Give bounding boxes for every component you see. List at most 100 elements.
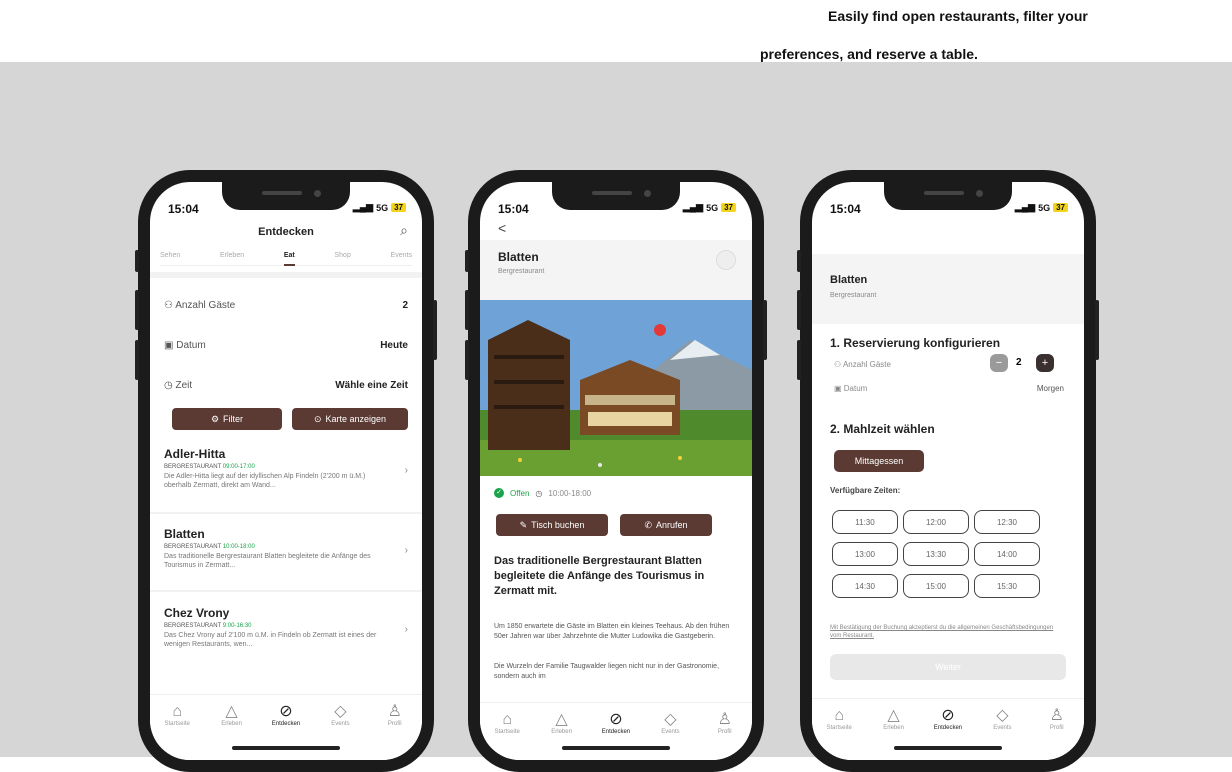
side-button xyxy=(465,250,469,272)
side-button xyxy=(797,290,801,330)
guests-label-row: ⚇ Anzahl Gäste xyxy=(834,360,891,369)
tab-label: Erleben xyxy=(883,725,904,731)
clock-icon: ◷ xyxy=(164,380,176,391)
category-tabs: Sehen Erleben Eat Shop Events xyxy=(160,252,412,266)
time-slot[interactable]: 15:00 xyxy=(903,574,969,598)
date-row[interactable]: ▣ Datum Heute xyxy=(164,340,408,351)
search-icon[interactable]: ⌕ xyxy=(400,222,408,239)
filter-icon: ⚙ xyxy=(210,413,220,424)
list-item[interactable]: Blatten BERGRESTAURANT 10:00-18:00 Das t… xyxy=(164,527,408,570)
tab-label: Entdecken xyxy=(271,721,301,727)
tab-eat[interactable]: Eat xyxy=(283,252,295,266)
caption-line-2: preferences, and reserve a table. xyxy=(760,46,978,62)
tab-sehen[interactable]: Sehen xyxy=(160,252,180,259)
signal-icon: ▂▄▆ xyxy=(682,202,704,212)
profile-icon: ♙ xyxy=(1049,707,1064,724)
tab-home[interactable]: ⌂ Startseite xyxy=(155,703,199,760)
available-times-label: Verfügbare Zeiten: xyxy=(830,486,901,495)
filter-button-label: Filter xyxy=(223,414,244,424)
battery-icon: 37 xyxy=(1053,203,1068,212)
book-table-button[interactable]: ✎ Tisch buchen xyxy=(496,514,608,536)
compass-icon: ⊘ xyxy=(609,711,623,728)
terms-link[interactable]: Mit Bestätigung der Buchung akzeptierst … xyxy=(830,624,1060,640)
share-icon[interactable] xyxy=(716,250,736,270)
tab-events[interactable]: ◇ Events xyxy=(648,711,692,760)
date-value[interactable]: Morgen xyxy=(1037,384,1064,393)
time-slot[interactable]: 13:00 xyxy=(832,542,898,566)
tab-profile[interactable]: ♙ Profil xyxy=(1035,707,1079,760)
time-slot[interactable]: 11:30 xyxy=(832,510,898,534)
meal-lunch-button[interactable]: Mittagessen xyxy=(834,450,924,472)
tab-profile[interactable]: ♙ Profil xyxy=(373,703,417,760)
time-slot[interactable]: 14:30 xyxy=(832,574,898,598)
divider xyxy=(150,512,422,514)
tab-home[interactable]: ⌂ Startseite xyxy=(485,711,529,760)
submit-button[interactable]: Weiter xyxy=(830,654,1066,680)
check-icon: ✓ xyxy=(494,488,504,498)
time-slot[interactable]: 15:30 xyxy=(974,574,1040,598)
side-button xyxy=(797,340,801,380)
tab-discover[interactable]: ⊘ Entdecken xyxy=(926,707,970,760)
time-slot[interactable]: 12:00 xyxy=(903,510,969,534)
increment-button[interactable]: + xyxy=(1036,354,1054,372)
reservation-header: Blatten Bergrestaurant xyxy=(812,254,1084,324)
tab-experience[interactable]: △ Erleben xyxy=(872,707,916,760)
time-row[interactable]: ◷ Zeit Wähle eine Zeit xyxy=(164,380,408,391)
date-value: Heute xyxy=(380,340,408,351)
show-map-button[interactable]: ⊙ Karte anzeigen xyxy=(292,408,408,430)
calendar-icon: ▣ xyxy=(834,384,844,393)
time-slot-grid: 11:30 12:00 12:30 13:00 13:30 14:00 14:3… xyxy=(832,510,1040,598)
meal-button-label: Mittagessen xyxy=(854,456,904,466)
back-button[interactable]: < xyxy=(498,220,506,236)
screen: 15:04 ▂▄▆ 5G 37 Blatten Bergrestaurant 1. … xyxy=(812,182,1084,760)
time-slot[interactable]: 13:30 xyxy=(903,542,969,566)
time-slot[interactable]: 14:00 xyxy=(974,542,1040,566)
restaurant-title: Blatten xyxy=(830,274,868,286)
time-slot[interactable]: 12:30 xyxy=(974,510,1040,534)
side-button xyxy=(135,250,139,272)
tab-label: Erleben xyxy=(551,729,572,735)
chevron-right-icon: › xyxy=(404,624,408,635)
filter-button[interactable]: ⚙ Filter xyxy=(172,408,282,430)
restaurant-category: BERGRESTAURANT xyxy=(164,464,222,470)
restaurant-hours: 09:00-17:00 xyxy=(222,464,255,470)
people-icon: ⚇ xyxy=(834,360,843,369)
time-label: Zeit xyxy=(175,380,193,391)
tab-erleben[interactable]: Erleben xyxy=(220,252,244,259)
open-label: Offen xyxy=(510,488,530,498)
guests-label: Anzahl Gäste xyxy=(175,300,236,311)
tab-discover[interactable]: ⊘ Entdecken xyxy=(594,711,638,760)
tab-experience[interactable]: △ Erleben xyxy=(210,703,254,760)
tab-home[interactable]: ⌂ Startseite xyxy=(817,707,861,760)
bottom-tab-bar: ⌂ Startseite △ Erleben ⊘ Entdecken ◇ Events … xyxy=(480,702,752,760)
restaurant-subtitle: Bergrestaurant xyxy=(830,292,877,299)
tab-shop[interactable]: Shop xyxy=(335,252,351,259)
home-indicator xyxy=(562,746,670,750)
side-button xyxy=(465,290,469,330)
decrement-button[interactable]: − xyxy=(990,354,1008,372)
guests-row[interactable]: ⚇ Anzahl Gäste 2 xyxy=(164,300,408,311)
list-item[interactable]: Chez Vrony BERGRESTAURANT 9:00-16:30 Das… xyxy=(164,606,408,649)
tab-label: Startseite xyxy=(826,725,852,731)
chevron-right-icon: › xyxy=(404,465,408,476)
side-button xyxy=(465,340,469,380)
cutlery-icon: ✎ xyxy=(519,519,528,530)
tab-profile[interactable]: ♙ Profil xyxy=(703,711,747,760)
tab-events[interactable]: ◇ Events xyxy=(980,707,1024,760)
restaurant-category: BERGRESTAURANT xyxy=(164,623,222,629)
profile-icon: ♙ xyxy=(717,711,732,728)
tab-discover[interactable]: ⊘ Entdecken xyxy=(264,703,308,760)
restaurant-photo xyxy=(480,300,752,476)
tab-events[interactable]: ◇ Events xyxy=(318,703,362,760)
tab-experience[interactable]: △ Erleben xyxy=(540,711,584,760)
restaurant-description: Das traditionelle Bergrestaurant Blatten… xyxy=(164,553,371,569)
detail-header: Blatten Bergrestaurant xyxy=(480,240,752,300)
restaurant-category: BERGRESTAURANT xyxy=(164,544,222,550)
tab-label: Profil xyxy=(1049,725,1064,731)
network-label: 5G xyxy=(1038,202,1051,213)
status-time: 15:04 xyxy=(168,202,199,216)
call-button[interactable]: ✆ Anrufen xyxy=(620,514,712,536)
tab-events[interactable]: Events xyxy=(391,252,412,259)
list-item[interactable]: Adler-Hitta BERGRESTAURANT 09:00-17:00 D… xyxy=(164,447,408,490)
detail-paragraph: Um 1850 erwartete die Gäste im Blatten e… xyxy=(494,623,730,640)
